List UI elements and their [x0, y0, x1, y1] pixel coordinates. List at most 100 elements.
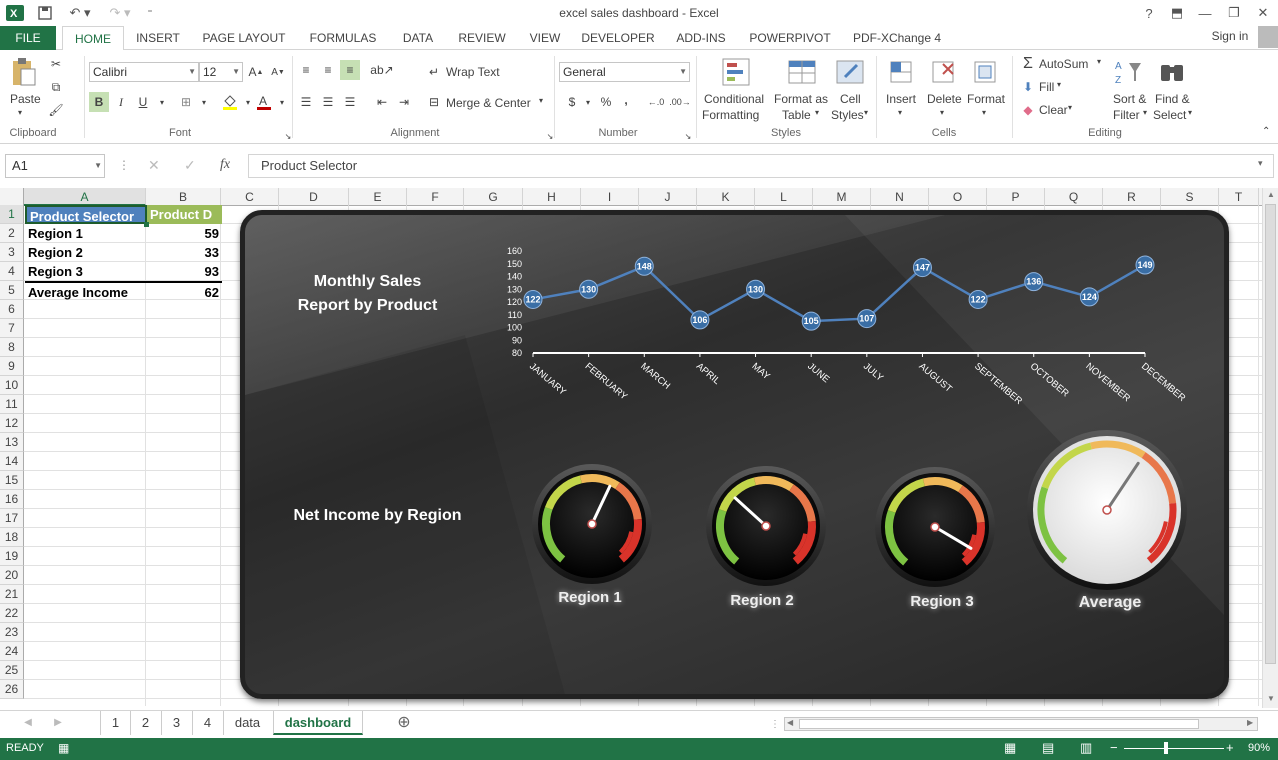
format-painter-icon[interactable]: 🖌 [46, 100, 66, 120]
cancel-entry-icon[interactable]: ✕ [148, 157, 160, 174]
find-select-label2[interactable]: Select [1153, 108, 1186, 122]
close-button[interactable]: ✕ [1250, 2, 1276, 24]
font-name-dropdown[interactable]: Calibri ▼ [89, 62, 199, 82]
row-header-3[interactable]: 3 [0, 243, 24, 262]
row-header-21[interactable]: 21 [0, 585, 24, 604]
cell-styles-dropdown-icon[interactable]: ▾ [864, 108, 868, 117]
column-header-a[interactable]: A [24, 188, 146, 206]
zoom-in-icon[interactable]: + [1226, 740, 1234, 755]
cell-a1[interactable]: Product Selector [25, 205, 147, 224]
column-header-c[interactable]: C [221, 188, 279, 206]
sort-filter-icon[interactable]: AZ [1112, 56, 1144, 88]
clear-dropdown-icon[interactable]: ▾ [1068, 103, 1072, 112]
grow-font-icon[interactable]: A ▲ [246, 62, 266, 82]
borders-icon[interactable]: ⊞ [176, 92, 196, 112]
column-header-s[interactable]: S [1161, 188, 1219, 206]
column-header-e[interactable]: E [349, 188, 407, 206]
dashboard-panel[interactable]: Monthly Sales Report by Product Net Inco… [240, 210, 1229, 699]
delete-cells-button[interactable]: Delete [927, 92, 962, 106]
align-left-icon[interactable]: ☰ [296, 92, 316, 112]
expand-formula-bar-icon[interactable]: ▾ [1258, 158, 1263, 169]
column-header-j[interactable]: J [639, 188, 697, 206]
insert-cells-button[interactable]: Insert [886, 92, 916, 106]
ribbon-display-icon[interactable]: ⬒ [1164, 2, 1190, 24]
fill-color-icon[interactable] [220, 92, 240, 112]
italic-button[interactable]: I [111, 92, 131, 112]
cell-b5[interactable]: 62 [147, 283, 222, 302]
cell-b3[interactable]: 33 [147, 243, 222, 262]
column-header-l[interactable]: L [755, 188, 813, 206]
align-top-icon[interactable]: ≡ [296, 60, 316, 80]
fill-handle[interactable] [144, 222, 149, 227]
underline-dropdown-icon[interactable]: ▾ [152, 92, 172, 112]
tab-splitter-icon[interactable]: ⋮ [770, 719, 780, 730]
conditional-formatting-label1[interactable]: Conditional [704, 92, 764, 106]
conditional-formatting-label2[interactable]: Formatting [702, 108, 759, 122]
wrap-text-button[interactable]: Wrap Text [446, 65, 500, 79]
decrease-decimal-icon[interactable]: .00→ [669, 92, 691, 112]
tab-developer[interactable]: DEVELOPER [578, 26, 658, 50]
font-color-icon[interactable]: A [254, 92, 274, 112]
row-header-2[interactable]: 2 [0, 224, 24, 243]
conditional-formatting-icon[interactable] [720, 56, 752, 88]
vertical-scroll-thumb[interactable] [1265, 204, 1276, 664]
sheet-tab-1[interactable]: 1 [100, 711, 130, 735]
row-header-26[interactable]: 26 [0, 680, 24, 699]
sheet-tab-2[interactable]: 2 [130, 711, 160, 735]
column-header-n[interactable]: N [871, 188, 929, 206]
find-select-label1[interactable]: Find & [1155, 92, 1190, 106]
paste-dropdown-icon[interactable]: ▾ [18, 108, 22, 117]
cell-a3[interactable]: Region 2 [25, 243, 147, 262]
sheet-tab-4[interactable]: 4 [192, 711, 222, 735]
signin-link[interactable]: Sign in [1200, 24, 1260, 48]
comma-button[interactable]: , [616, 90, 636, 110]
column-header-q[interactable]: Q [1045, 188, 1103, 206]
select-all-corner[interactable] [0, 188, 24, 206]
row-header-1[interactable]: 1 [0, 205, 24, 224]
tab-insert[interactable]: INSERT [130, 26, 186, 50]
insert-cells-icon[interactable] [886, 56, 916, 88]
fill-icon[interactable]: ⬇ [1018, 77, 1038, 97]
restore-button[interactable]: ❐ [1221, 2, 1247, 24]
paste-icon[interactable] [8, 56, 38, 88]
help-button[interactable]: ? [1136, 2, 1162, 24]
format-as-table-icon[interactable] [786, 56, 818, 88]
zoom-level[interactable]: 90% [1248, 742, 1270, 754]
row-header-12[interactable]: 12 [0, 414, 24, 433]
merge-center-icon[interactable]: ⊟ [424, 92, 444, 112]
delete-dropdown-icon[interactable]: ▾ [940, 108, 944, 117]
page-break-view-icon[interactable]: ▥ [1080, 740, 1092, 756]
sheet-tab-3[interactable]: 3 [161, 711, 191, 735]
column-header-p[interactable]: P [987, 188, 1045, 206]
row-header-22[interactable]: 22 [0, 604, 24, 623]
monthly-sales-chart[interactable]: 80 90 100 110 120 130 140 150 160 JANUARY FEBRUARY… [495, 239, 1215, 409]
column-header-d[interactable]: D [279, 188, 349, 206]
underline-button[interactable]: U [133, 92, 153, 112]
delete-cells-icon[interactable] [928, 56, 958, 88]
row-header-11[interactable]: 11 [0, 395, 24, 414]
scroll-up-icon[interactable]: ▲ [1267, 190, 1275, 199]
tab-review[interactable]: REVIEW [452, 26, 512, 50]
tab-powerpivot[interactable]: POWERPIVOT [744, 26, 836, 50]
column-header-o[interactable]: O [929, 188, 987, 206]
cell-b1[interactable]: Product D [147, 205, 222, 224]
merge-dropdown-icon[interactable]: ▾ [539, 96, 543, 105]
format-as-table-dropdown-icon[interactable]: ▾ [815, 108, 819, 117]
tab-home[interactable]: HOME [62, 26, 124, 51]
row-header-15[interactable]: 15 [0, 471, 24, 490]
vertical-scrollbar[interactable]: ▲ ▼ [1262, 188, 1278, 708]
row-header-19[interactable]: 19 [0, 547, 24, 566]
tab-add-ins[interactable]: ADD-INS [666, 26, 736, 50]
sort-filter-label2[interactable]: Filter [1113, 108, 1140, 122]
shrink-font-icon[interactable]: A ▼ [268, 62, 288, 82]
font-color-dropdown-icon[interactable]: ▾ [272, 92, 292, 112]
cell-styles-icon[interactable] [834, 56, 866, 88]
insert-function-button[interactable]: fx [220, 157, 230, 173]
sort-filter-dropdown-icon[interactable]: ▾ [1143, 108, 1147, 117]
increase-decimal-icon[interactable]: ←.0 [646, 92, 666, 112]
cell-a5[interactable]: Average Income [25, 283, 147, 302]
avatar[interactable] [1258, 26, 1278, 48]
tab-file[interactable]: FILE [0, 26, 56, 50]
format-cells-icon[interactable] [970, 56, 1000, 88]
column-header-f[interactable]: F [407, 188, 464, 206]
